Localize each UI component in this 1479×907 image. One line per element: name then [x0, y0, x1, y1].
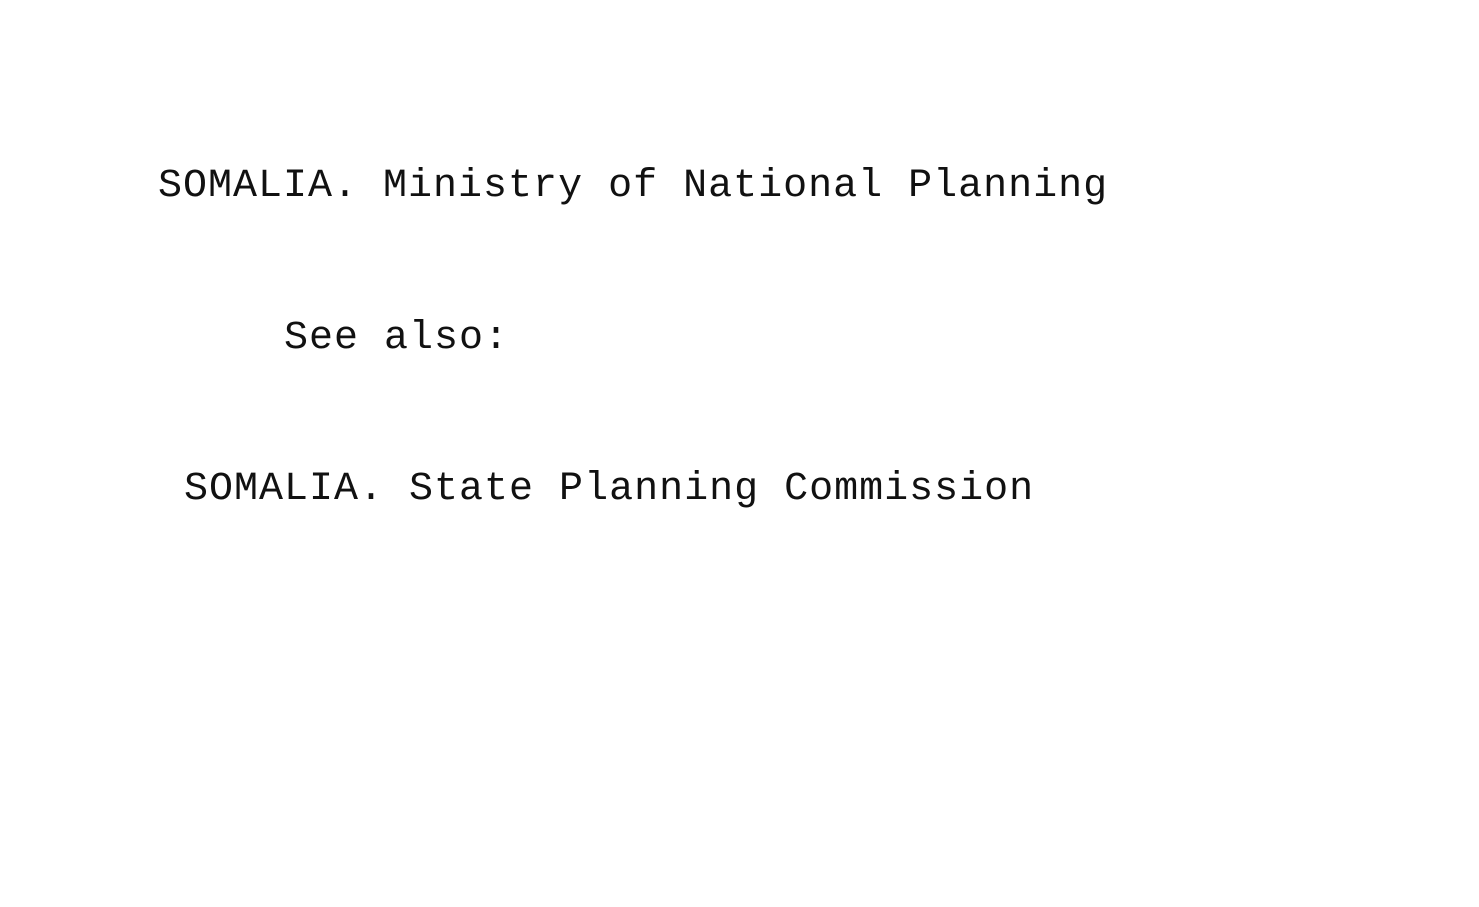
see-also-label: See also:	[284, 316, 510, 361]
catalog-card: SOMALIA. Ministry of National Planning S…	[0, 0, 1479, 907]
card-heading: SOMALIA. Ministry of National Planning	[158, 164, 1109, 209]
see-also-reference: SOMALIA. State Planning Commission	[184, 467, 1035, 512]
